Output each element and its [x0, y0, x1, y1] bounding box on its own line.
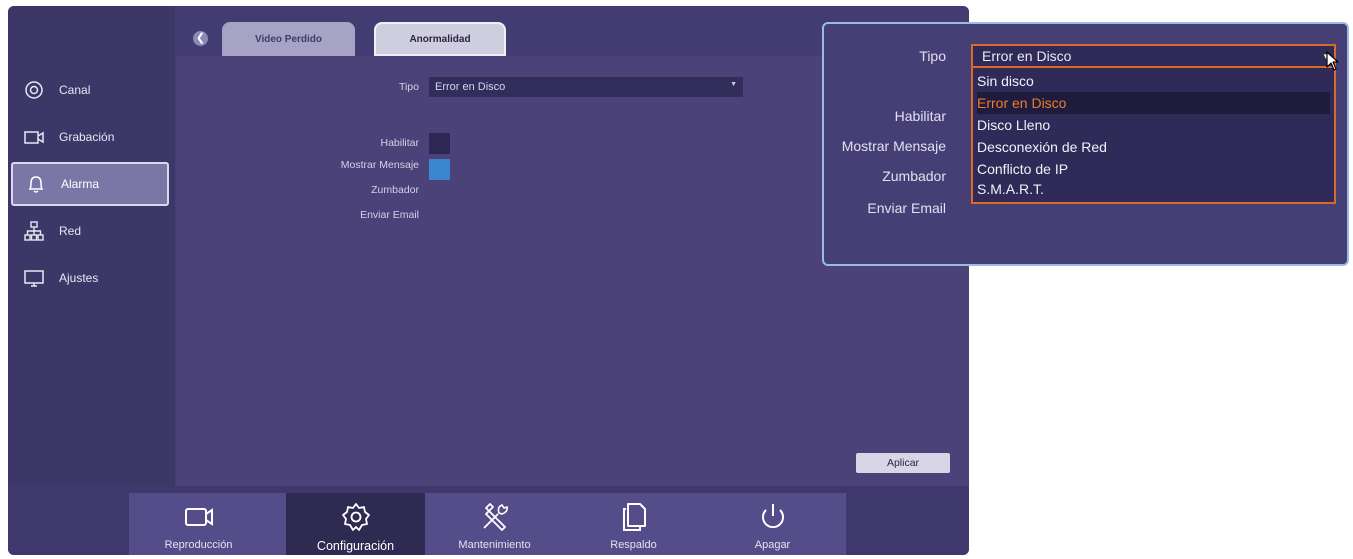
sidebar-item-label: Alarma — [61, 177, 100, 191]
bell-icon — [25, 173, 47, 195]
mouse-cursor-icon — [1326, 51, 1339, 71]
video-camera-icon — [184, 508, 213, 526]
aplicar-button[interactable]: Aplicar — [856, 453, 950, 473]
sidebar-item-label: Canal — [59, 83, 91, 97]
channel-icon — [23, 79, 45, 101]
dropdown-option[interactable]: Conflicto de IP — [977, 158, 1330, 180]
tipo-label: Tipo — [398, 81, 419, 93]
sidebar-item-label: Grabación — [59, 130, 115, 144]
zoom-callout: Tipo Habilitar Mostrar Mensaje Zumbador … — [822, 22, 1349, 266]
tipo-value: Error en Disco — [435, 81, 506, 93]
tipo-select[interactable]: Error en Disco ▼ — [429, 77, 743, 97]
gear-icon — [341, 503, 370, 531]
tipo-dropdown-list: Sin disco Error en Disco Disco Lleno Des… — [971, 68, 1336, 204]
monitor-icon — [23, 267, 45, 289]
habilitar-checkbox[interactable] — [429, 133, 450, 154]
dropdown-option-selected[interactable]: Error en Disco — [977, 92, 1330, 114]
network-icon — [23, 220, 45, 242]
back-button[interactable]: ❮ — [193, 31, 208, 46]
dock-label: Mantenimiento — [458, 539, 531, 551]
mostrar-mensaje-label: Mostrar Mensaje — [340, 159, 419, 171]
sidebar-item-label: Red — [59, 224, 82, 238]
dock-item-mantenimiento[interactable]: Mantenimiento — [425, 493, 564, 555]
dock-label: Respaldo — [610, 539, 657, 551]
dock: Reproducción Configuración Mantenimiento… — [129, 493, 846, 555]
chevron-down-icon: ▼ — [730, 81, 737, 88]
habilitar-label: Habilitar — [380, 137, 419, 149]
dropdown-option[interactable]: S.M.A.R.T. — [977, 178, 1330, 200]
sidebar-item-canal[interactable]: Canal — [11, 68, 169, 112]
video-camera-icon — [23, 126, 45, 148]
sidebar-item-ajustes[interactable]: Ajustes — [11, 256, 169, 300]
copy-icon — [622, 503, 646, 531]
tools-icon — [482, 503, 508, 531]
zoom-enviar-email-label: Enviar Email — [867, 200, 946, 216]
zoom-tipo-select[interactable]: Error en Disco ▼ — [971, 44, 1336, 68]
mostrar-mensaje-checkbox[interactable] — [429, 159, 450, 180]
chevron-left-icon: ❮ — [195, 32, 206, 44]
dropdown-option[interactable]: Desconexión de Red — [977, 136, 1330, 158]
dock-item-configuracion[interactable]: Configuración — [286, 493, 425, 555]
zoom-mostrar-mensaje-label: Mostrar Mensaje — [841, 138, 946, 154]
zoom-habilitar-label: Habilitar — [894, 108, 946, 124]
enviar-email-label: Enviar Email — [360, 209, 419, 221]
sidebar: Canal Grabación Alarma Red Ajustes — [8, 6, 175, 486]
tab-anormalidad[interactable]: Anormalidad — [374, 22, 506, 56]
dock-label: Reproducción — [164, 539, 233, 551]
dock-label: Apagar — [754, 539, 791, 551]
dock-item-reproduccion[interactable]: Reproducción — [129, 493, 268, 555]
sidebar-item-red[interactable]: Red — [11, 209, 169, 253]
dropdown-option[interactable]: Sin disco — [977, 70, 1330, 92]
sidebar-item-alarma[interactable]: Alarma — [11, 162, 169, 206]
zoom-zumbador-label: Zumbador — [882, 168, 946, 184]
sidebar-item-label: Ajustes — [59, 271, 99, 285]
dock-item-respaldo[interactable]: Respaldo — [564, 493, 703, 555]
tab-video-perdido[interactable]: Video Perdido — [222, 22, 355, 56]
zoom-tipo-value: Error en Disco — [982, 48, 1072, 64]
dropdown-option[interactable]: Disco Lleno — [977, 114, 1330, 136]
power-icon — [761, 504, 784, 529]
dock-item-apagar[interactable]: Apagar — [703, 493, 842, 555]
sidebar-item-grabacion[interactable]: Grabación — [11, 115, 169, 159]
dock-label: Configuración — [316, 539, 395, 553]
zumbador-label: Zumbador — [371, 184, 419, 196]
bottom-bar: Reproducción Configuración Mantenimiento… — [8, 486, 969, 555]
zoom-tipo-label: Tipo — [919, 48, 946, 64]
